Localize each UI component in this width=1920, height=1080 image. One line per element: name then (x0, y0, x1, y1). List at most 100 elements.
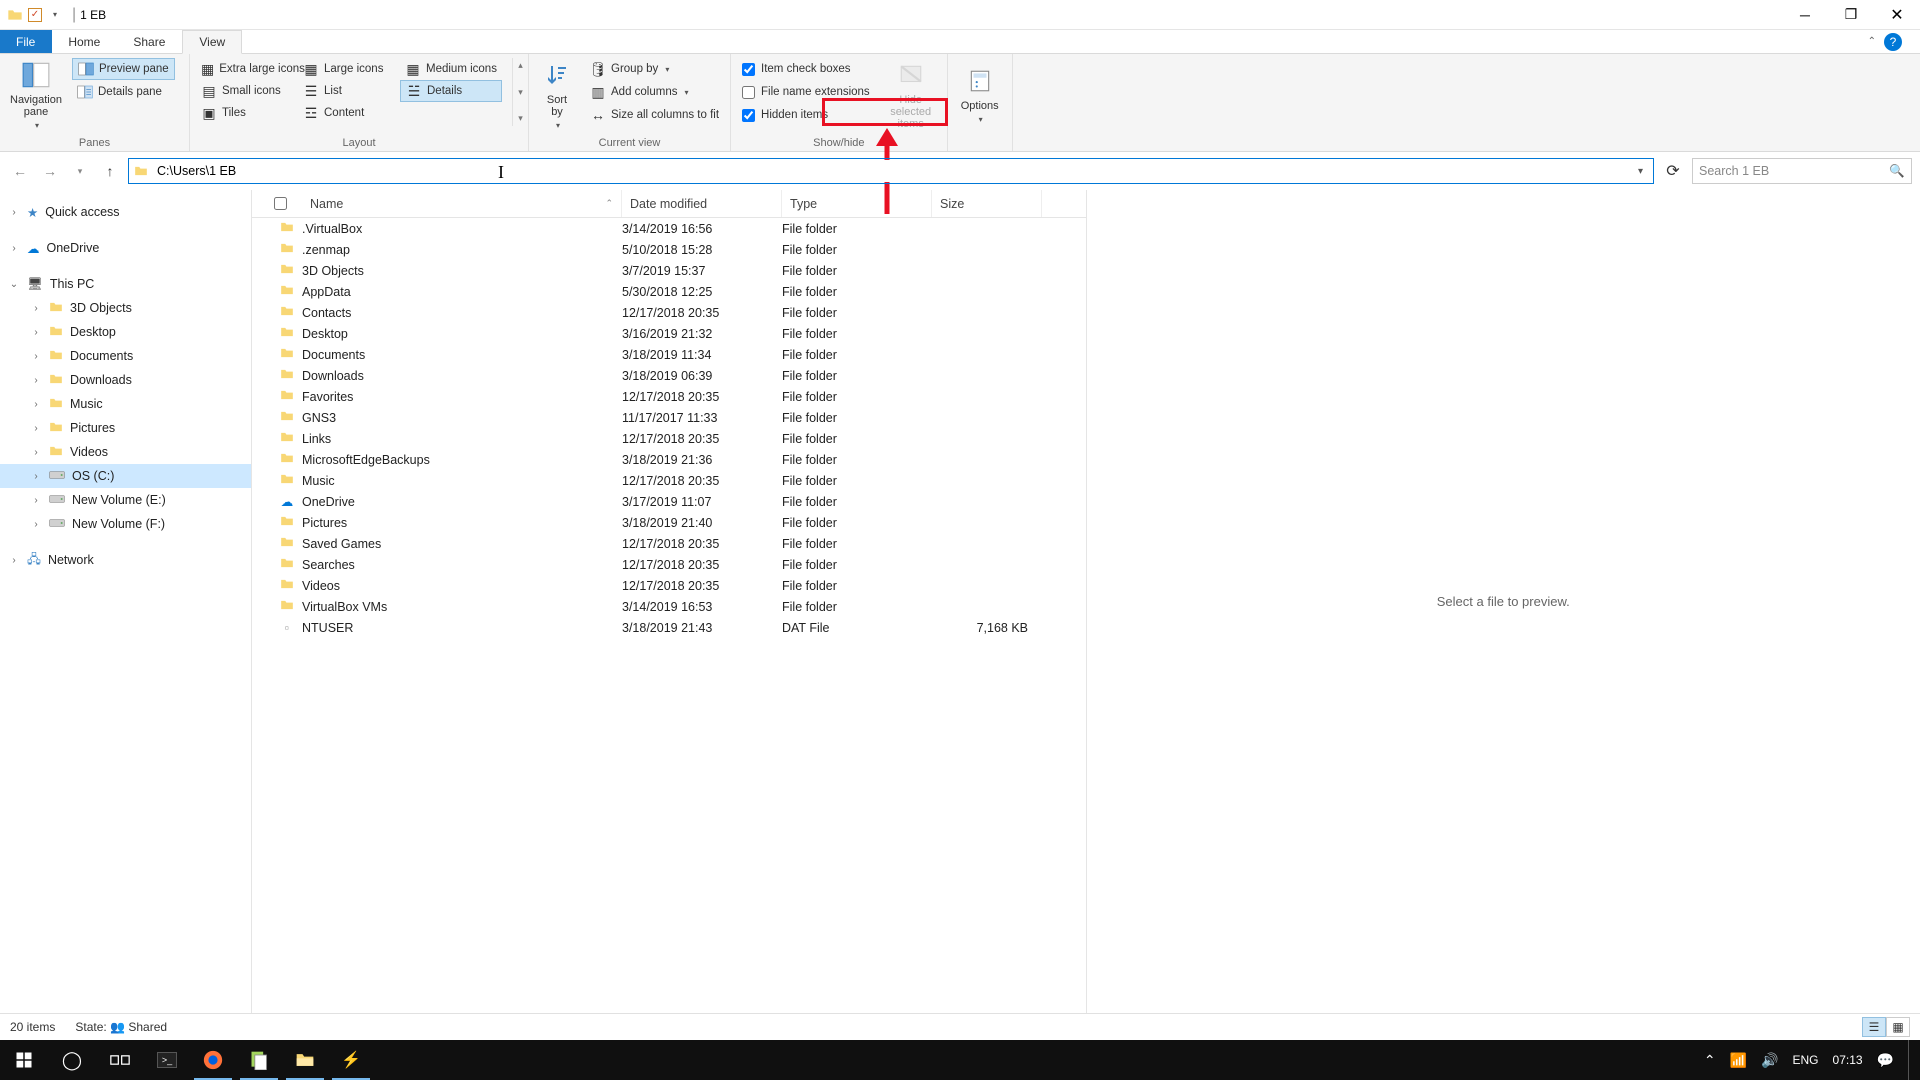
cortana-button[interactable]: ◯ (48, 1040, 96, 1080)
tree-pc-child[interactable]: ›Pictures (0, 416, 251, 440)
add-columns-button[interactable]: ▥Add columns▾ (585, 81, 724, 103)
details-view-toggle[interactable]: ☰ (1862, 1017, 1886, 1037)
layout-list[interactable]: ☰List (298, 80, 400, 102)
qat-dropdown-icon[interactable]: ▾ (46, 6, 64, 24)
taskbar-app-firefox[interactable] (190, 1040, 236, 1080)
size-columns-button[interactable]: ↔Size all columns to fit (585, 104, 724, 126)
hide-selected-button[interactable]: Hide selected items (881, 58, 941, 130)
checkbox-file-extensions[interactable]: File name extensions (737, 81, 875, 103)
layout-tiles[interactable]: ▣Tiles (196, 102, 298, 124)
column-header-size[interactable]: Size (932, 190, 1042, 217)
file-row[interactable]: Searches12/17/2018 20:35File folder (252, 554, 1086, 575)
tab-file[interactable]: File (0, 30, 52, 53)
address-input[interactable] (155, 160, 1626, 182)
refresh-button[interactable]: ⟳ (1660, 158, 1686, 184)
file-row[interactable]: Downloads3/18/2019 06:39File folder (252, 365, 1086, 386)
tray-language[interactable]: ENG (1793, 1053, 1819, 1067)
tree-pc-child[interactable]: ›3D Objects (0, 296, 251, 320)
tree-pc-child[interactable]: ›Documents (0, 344, 251, 368)
column-header-date[interactable]: Date modified (622, 190, 782, 217)
up-button[interactable]: ↑ (98, 159, 122, 183)
layout-content[interactable]: ☲Content (298, 102, 400, 124)
recent-locations-button[interactable]: ▾ (68, 159, 92, 183)
navigation-tree: ›★Quick access ›☁OneDrive ⌄🖥This PC ›3D … (0, 190, 252, 1013)
checkbox-hidden-items[interactable]: Hidden items (737, 104, 875, 126)
notifications-icon[interactable]: 💬 (1877, 1052, 1894, 1069)
tree-onedrive[interactable]: ›☁OneDrive (0, 236, 251, 260)
wifi-icon[interactable]: 📶 (1730, 1052, 1747, 1069)
preview-pane-button[interactable]: Preview pane (72, 58, 175, 80)
taskbar-app-lightning[interactable]: ⚡ (328, 1040, 374, 1080)
folder-icon (280, 472, 294, 489)
layout-medium[interactable]: ▦Medium icons (400, 58, 502, 80)
file-row[interactable]: .zenmap5/10/2018 15:28File folder (252, 239, 1086, 260)
folder-icon (133, 163, 149, 179)
select-all-checkbox[interactable] (274, 197, 287, 210)
thumbnails-view-toggle[interactable]: ▦ (1886, 1017, 1910, 1037)
group-by-button[interactable]: 🛢Group by▾ (585, 58, 724, 80)
file-row[interactable]: Favorites12/17/2018 20:35File folder (252, 386, 1086, 407)
file-row[interactable]: ☁OneDrive3/17/2019 11:07File folder (252, 491, 1086, 512)
taskbar-app-explorer[interactable] (282, 1040, 328, 1080)
file-row[interactable]: ▫NTUSER3/18/2019 21:43DAT File7,168 KB (252, 617, 1086, 638)
layout-large[interactable]: ▦Large icons (298, 58, 400, 80)
checkbox-item-checkboxes[interactable]: Item check boxes (737, 58, 875, 80)
start-button[interactable] (0, 1040, 48, 1080)
tree-network[interactable]: ›🖧Network (0, 548, 251, 572)
tree-pc-child[interactable]: ›OS (C:) (0, 464, 251, 488)
minimize-button[interactable]: ─ (1782, 0, 1828, 30)
back-button[interactable]: ← (8, 159, 32, 183)
tree-pc-child[interactable]: ›Desktop (0, 320, 251, 344)
task-view-button[interactable] (96, 1040, 144, 1080)
file-row[interactable]: Desktop3/16/2019 21:32File folder (252, 323, 1086, 344)
file-row[interactable]: Pictures3/18/2019 21:40File folder (252, 512, 1086, 533)
tree-pc-child[interactable]: ›New Volume (F:) (0, 512, 251, 536)
taskbar-app-cmd[interactable]: >_ (144, 1040, 190, 1080)
layout-extra-large[interactable]: ▦Extra large icons (196, 58, 298, 80)
file-row[interactable]: AppData5/30/2018 12:25File folder (252, 281, 1086, 302)
layout-details[interactable]: ☱Details (400, 80, 502, 102)
forward-button[interactable]: → (38, 159, 62, 183)
address-history-dropdown[interactable]: ▾ (1632, 166, 1649, 177)
help-icon[interactable]: ? (1884, 33, 1902, 51)
close-button[interactable]: ✕ (1874, 0, 1920, 30)
file-row[interactable]: MicrosoftEdgeBackups3/18/2019 21:36File … (252, 449, 1086, 470)
file-row[interactable]: Videos12/17/2018 20:35File folder (252, 575, 1086, 596)
file-row[interactable]: Links12/17/2018 20:35File folder (252, 428, 1086, 449)
maximize-button[interactable]: ❐ (1828, 0, 1874, 30)
options-button[interactable]: Options ▾ (954, 58, 1006, 130)
volume-icon[interactable]: 🔊 (1761, 1052, 1778, 1069)
tab-view[interactable]: View (182, 30, 242, 54)
tree-this-pc[interactable]: ⌄🖥This PC (0, 272, 251, 296)
tab-share[interactable]: Share (117, 30, 182, 53)
layout-small[interactable]: ▤Small icons (196, 80, 298, 102)
file-row[interactable]: .VirtualBox3/14/2019 16:56File folder (252, 218, 1086, 239)
layout-gallery-expand[interactable]: ▴▾▾ (512, 58, 528, 126)
file-row[interactable]: Music12/17/2018 20:35File folder (252, 470, 1086, 491)
tray-clock[interactable]: 07:13 (1833, 1053, 1863, 1067)
file-row[interactable]: 3D Objects3/7/2019 15:37File folder (252, 260, 1086, 281)
qat-properties-icon[interactable]: ✓ (28, 8, 42, 22)
tray-overflow-icon[interactable]: ⌃ (1704, 1052, 1716, 1069)
tab-home[interactable]: Home (52, 30, 117, 53)
tree-pc-child[interactable]: ›Videos (0, 440, 251, 464)
search-box[interactable]: Search 1 EB 🔍 (1692, 158, 1912, 184)
sort-by-button[interactable]: Sort by ▾ (535, 58, 579, 130)
tree-pc-child[interactable]: ›Music (0, 392, 251, 416)
file-row[interactable]: GNS311/17/2017 11:33File folder (252, 407, 1086, 428)
column-header-type[interactable]: Type (782, 190, 932, 217)
navigation-pane-button[interactable]: Navigation pane ▾ (6, 58, 66, 130)
tree-quick-access[interactable]: ›★Quick access (0, 200, 251, 224)
file-row[interactable]: Saved Games12/17/2018 20:35File folder (252, 533, 1086, 554)
tree-pc-child[interactable]: ›New Volume (E:) (0, 488, 251, 512)
tree-pc-child[interactable]: ›Downloads (0, 368, 251, 392)
ribbon-collapse-icon[interactable]: ⌃ (1868, 36, 1876, 47)
address-bar[interactable]: ▾ (128, 158, 1654, 184)
file-row[interactable]: Contacts12/17/2018 20:35File folder (252, 302, 1086, 323)
file-row[interactable]: Documents3/18/2019 11:34File folder (252, 344, 1086, 365)
file-row[interactable]: VirtualBox VMs3/14/2019 16:53File folder (252, 596, 1086, 617)
column-header-name[interactable]: Name⌃ (302, 190, 622, 217)
taskbar-app-notepadpp[interactable] (236, 1040, 282, 1080)
show-desktop-button[interactable] (1908, 1040, 1914, 1080)
details-pane-button[interactable]: Details pane (72, 81, 175, 103)
